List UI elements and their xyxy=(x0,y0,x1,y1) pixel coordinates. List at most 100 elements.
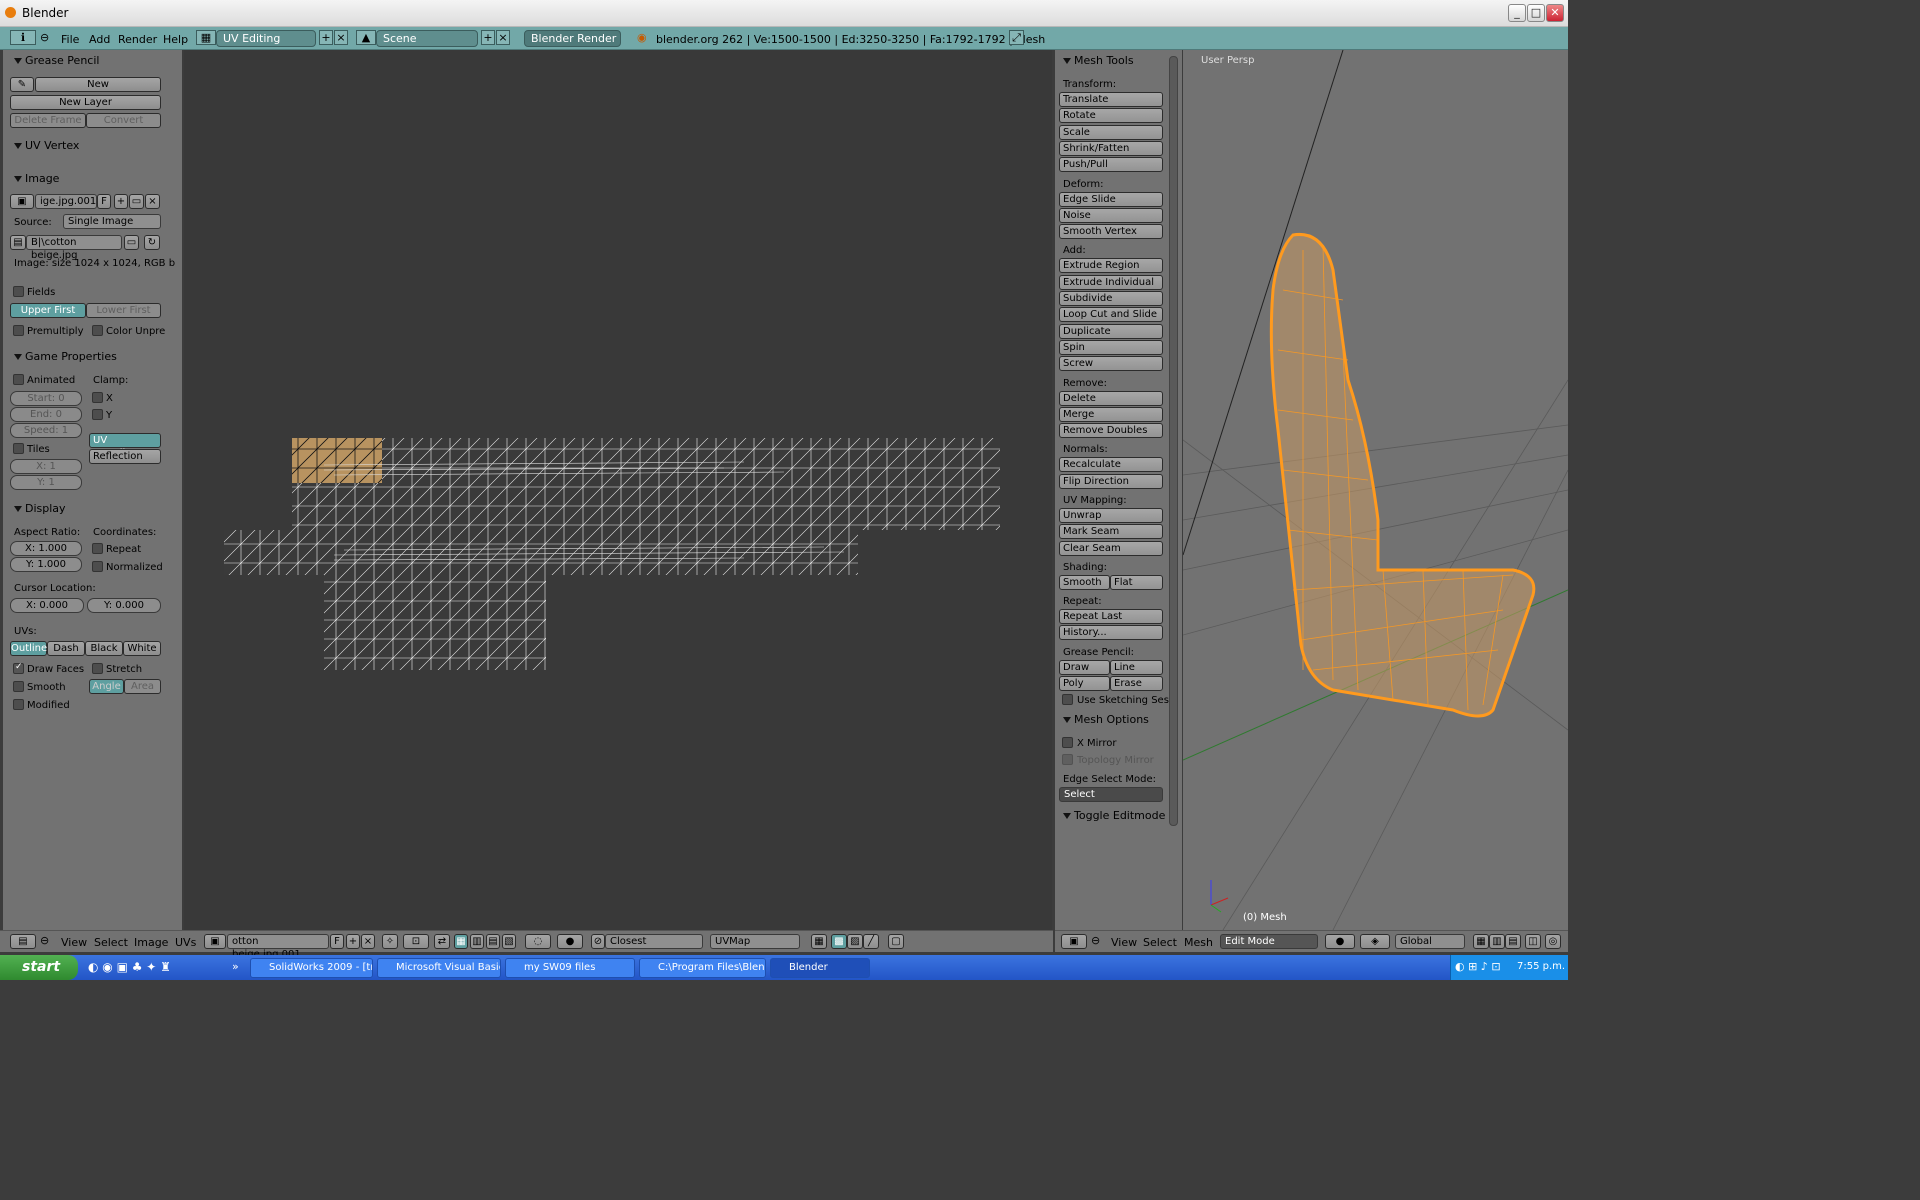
premultiply-checkbox[interactable] xyxy=(13,325,24,336)
image-name-field[interactable]: ige.jpg.001 xyxy=(35,194,97,209)
tool-mark-seam-button[interactable]: Mark Seam xyxy=(1059,524,1163,540)
task-sw09-files[interactable]: my SW09 files xyxy=(505,958,635,978)
tool-extrude-region-button[interactable]: Extrude Region xyxy=(1059,258,1163,274)
repeat-last-button[interactable]: Repeat Last xyxy=(1059,608,1163,624)
tool-merge-button[interactable]: Merge xyxy=(1059,406,1163,422)
edge-select-icon[interactable]: ▥ xyxy=(470,934,484,949)
menu-add[interactable]: Add xyxy=(89,33,110,46)
gp-poly-button[interactable]: Poly xyxy=(1059,675,1110,691)
fullscreen-icon[interactable]: ⤢ xyxy=(1009,30,1024,45)
remove-screen-icon[interactable]: × xyxy=(334,30,348,45)
color-unpremultiply-checkbox[interactable] xyxy=(92,325,103,336)
tool-noise-button[interactable]: Noise xyxy=(1059,207,1163,223)
lock-icon[interactable]: ▢ xyxy=(888,934,904,949)
image-header[interactable]: Image xyxy=(14,172,59,185)
shade-smooth-button[interactable]: Smooth xyxy=(1059,574,1110,590)
pivot-icon[interactable]: ⊡ xyxy=(403,934,429,949)
vertex-select-icon[interactable]: ▦ xyxy=(454,934,468,949)
game-properties-header[interactable]: Game Properties xyxy=(14,350,117,363)
proportional-icon[interactable]: ◌ xyxy=(525,934,551,949)
mesh-options-header[interactable]: Mesh Options xyxy=(1063,713,1149,726)
uv-menu-image[interactable]: Image xyxy=(134,936,168,949)
stretch-checkbox[interactable] xyxy=(92,663,103,674)
pencil-icon[interactable]: ✎ xyxy=(10,77,34,92)
white-button[interactable]: White xyxy=(123,641,161,656)
tool-smooth-vertex-button[interactable]: Smooth Vertex xyxy=(1059,224,1163,240)
add-screen-icon[interactable]: + xyxy=(319,30,333,45)
scene-field[interactable]: Scene xyxy=(376,30,478,47)
face-select-icon[interactable]: ▤ xyxy=(486,934,500,949)
scene-icon[interactable]: ▲ xyxy=(356,30,376,45)
mesh-tools-header[interactable]: Mesh Tools xyxy=(1063,54,1134,67)
reflection-button[interactable]: Reflection xyxy=(89,449,161,464)
3d-viewport[interactable]: User Persp (0) Mesh xyxy=(1183,50,1568,930)
convert-button[interactable]: Convert xyxy=(86,113,161,128)
tool-subdivide-button[interactable]: Subdivide xyxy=(1059,291,1163,306)
tool-extrude-individual-button[interactable]: Extrude Individual xyxy=(1059,274,1163,290)
new-image-icon[interactable]: + xyxy=(114,194,128,209)
vp-vertex-select-icon[interactable]: ▦ xyxy=(1473,934,1489,949)
vp-collapse-menus-icon[interactable]: ⊖ xyxy=(1091,934,1100,947)
vp-snap-icon[interactable]: ◎ xyxy=(1545,934,1561,949)
tool-unwrap-button[interactable]: Unwrap xyxy=(1059,508,1163,523)
mesh-tools-scrollbar[interactable] xyxy=(1169,56,1178,826)
gp-draw-button[interactable]: Draw xyxy=(1059,659,1110,675)
toggle-editmode-header[interactable]: Toggle Editmode xyxy=(1063,809,1165,822)
tool-recalculate-button[interactable]: Recalculate xyxy=(1059,457,1163,473)
snap-icon[interactable]: ● xyxy=(557,934,583,949)
task-blender[interactable]: Blender xyxy=(770,958,870,978)
dash-button[interactable]: Dash xyxy=(47,641,85,656)
task-solidworks[interactable]: SolidWorks 2009 - [tri... xyxy=(250,958,373,978)
open-image-icon[interactable]: ▭ xyxy=(129,194,144,209)
delete-frame-button[interactable]: Delete Frame xyxy=(10,113,86,128)
menu-render[interactable]: Render xyxy=(118,33,157,46)
tool-scale-button[interactable]: Scale xyxy=(1059,124,1163,140)
pivot-point-icon[interactable]: ◈ xyxy=(1360,934,1390,949)
outline-button[interactable]: Outline xyxy=(10,641,47,656)
shade-flat-button[interactable]: Flat xyxy=(1110,574,1163,590)
black-button[interactable]: Black xyxy=(85,641,123,656)
uv-editor-type-icon[interactable]: ▤ xyxy=(10,934,36,949)
tool-push-pull-button[interactable]: Push/Pull xyxy=(1059,157,1163,173)
task-visual-basic[interactable]: Microsoft Visual Basic ... xyxy=(377,958,501,978)
tile-x-field[interactable]: X: 1 xyxy=(10,459,82,474)
render-engine-select[interactable]: Blender Render xyxy=(524,30,621,47)
paint-icon[interactable]: ╱ xyxy=(863,934,879,949)
menu-help[interactable]: Help xyxy=(163,33,188,46)
cursor-x-field[interactable]: X: 0.000 xyxy=(10,598,84,613)
uv-menu-view[interactable]: View xyxy=(61,936,87,949)
add-scene-icon[interactable]: + xyxy=(481,30,495,45)
end-field[interactable]: End: 0 xyxy=(10,407,82,422)
viewport-shading-icon[interactable]: ● xyxy=(1325,934,1355,949)
minimize-icon[interactable]: _ xyxy=(1508,4,1526,22)
remove-scene-icon[interactable]: × xyxy=(496,30,510,45)
clamp-y-checkbox[interactable] xyxy=(92,409,103,420)
z-buffer-icon[interactable]: ▨ xyxy=(847,934,863,949)
normalized-checkbox[interactable] xyxy=(92,561,103,572)
gp-line-button[interactable]: Line xyxy=(1110,659,1163,675)
tool-rotate-button[interactable]: Rotate xyxy=(1059,108,1163,124)
task-cmd[interactable]: C:\Program Files\Blen... xyxy=(639,958,766,978)
tiles-checkbox[interactable] xyxy=(13,443,24,454)
start-field[interactable]: Start: 0 xyxy=(10,391,82,406)
uv-image-browse-icon[interactable]: ▣ xyxy=(204,934,226,949)
sync-selection-icon[interactable]: ⇄ xyxy=(434,934,450,949)
history-button[interactable]: History... xyxy=(1059,625,1163,641)
tool-shrink-fatten-button[interactable]: Shrink/Fatten xyxy=(1059,140,1163,156)
aspect-y-field[interactable]: Y: 1.000 xyxy=(10,557,82,572)
vp-menu-view[interactable]: View xyxy=(1111,936,1137,949)
source-select[interactable]: Single Image xyxy=(63,214,161,229)
smooth-checkbox[interactable] xyxy=(13,681,24,692)
quick-launch-expand-icon[interactable]: » xyxy=(232,960,239,973)
uvmap-field[interactable]: UVMap xyxy=(710,934,800,949)
uv-editor-canvas[interactable] xyxy=(184,50,1052,930)
tool-clear-seam-button[interactable]: Clear Seam xyxy=(1059,540,1163,556)
vp-menu-mesh[interactable]: Mesh xyxy=(1184,936,1213,949)
close-icon[interactable]: ✕ xyxy=(1546,4,1564,22)
tray-icons[interactable]: ◐ ⊞ ♪ ⊡ xyxy=(1455,960,1501,973)
channels-icon[interactable]: ▦ xyxy=(811,934,827,949)
uv-menu-uvs[interactable]: UVs xyxy=(175,936,196,949)
tool-spin-button[interactable]: Spin xyxy=(1059,339,1163,355)
alpha-icon[interactable]: ▩ xyxy=(831,934,847,949)
repeat-checkbox[interactable] xyxy=(92,543,103,554)
